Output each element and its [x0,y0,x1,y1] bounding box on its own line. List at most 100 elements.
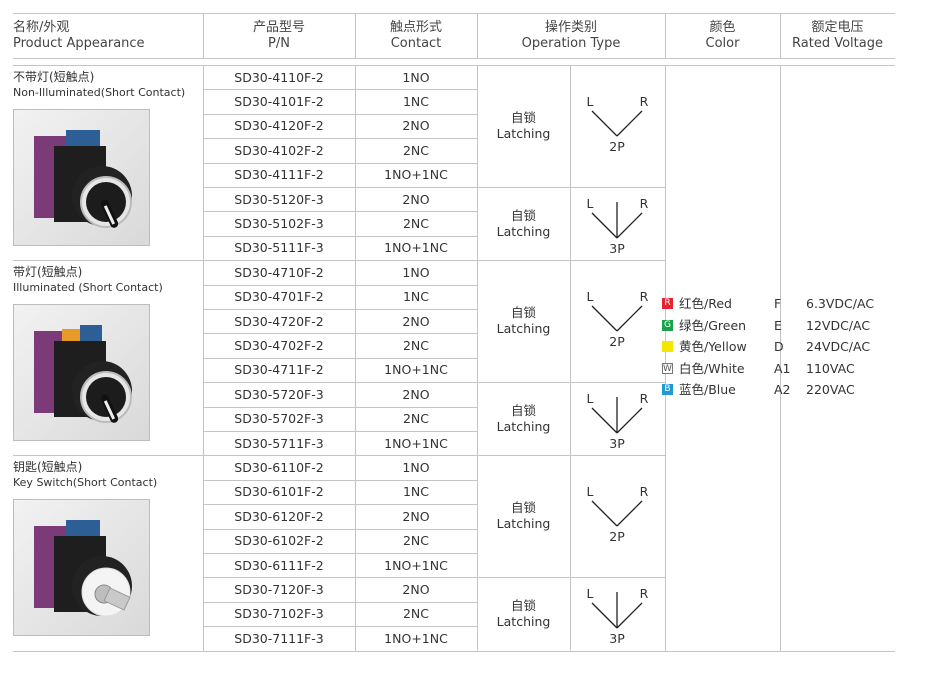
voltage-code: F [774,296,782,311]
header-voltage-en: Rated Voltage [792,35,883,51]
position-diagram-2p: L R 2P [570,482,665,550]
contact-type: 2NO [402,386,430,402]
color-label: 蓝色/Blue [679,382,736,397]
contact-type: 1NO+1NC [384,240,448,256]
contact-type: 1NO+1NC [384,557,448,573]
color-item: Y 黄色/Yellow [662,336,747,358]
header-contact: 触点形式 Contact [355,13,477,58]
position-line-right [616,305,643,332]
voltage-value: 12VDC/AC [806,317,871,333]
position-count: 2P [609,529,625,544]
part-number: SD30-4720F-2 [234,313,324,329]
operation-type: 自锁 Latching [477,187,570,260]
operation-en: Latching [496,613,551,629]
color-label: 红色/Red [679,296,732,311]
table-bottom-rule [13,650,895,652]
operation-en: Latching [496,516,551,532]
voltage-value: 6.3VDC/AC [806,296,875,311]
operation-type: 自锁 Latching [477,455,570,577]
voltage-item: A2 220VAC [774,379,874,401]
operation-zh: 自锁 [510,305,536,321]
part-number: SD30-6102F-2 [234,533,324,549]
column-divider [355,13,356,58]
operation-type: 自锁 Latching [477,260,570,382]
product-title-zh: 带灯(短触点) [13,265,83,280]
operation-en: Latching [496,126,551,141]
color-item: R 红色/Red [662,293,747,315]
operation-zh: 自锁 [510,597,536,613]
header-appearance: 名称/外观 Product Appearance [13,13,203,58]
part-number: SD30-5120F-3 [234,191,324,207]
position-label-left: L [587,586,594,601]
column-divider [203,13,204,58]
position-label-left: L [587,94,594,109]
position-label-right: R [640,196,649,211]
operation-type: 自锁 Latching [477,65,570,187]
part-number: SD30-6120F-2 [234,508,324,524]
position-diagram-2p: L R 2P [570,92,665,160]
contact-type: 2NC [402,216,430,232]
product-photo [13,304,150,442]
position-diagram-3p: L R 3P [570,385,665,453]
contact-type: 2NO [402,508,430,524]
position-label-left: L [587,196,594,211]
part-number: SD30-6111F-2 [234,557,324,573]
position-diagram-svg: L R 3P [587,196,649,256]
operation-zh: 自锁 [510,207,536,223]
header-appearance-zh: 名称/外观 [13,19,70,35]
contact-type: 2NC [402,606,430,622]
part-number: SD30-5102F-3 [234,216,324,232]
operation-en: Latching [496,223,551,239]
position-count: 3P [609,241,625,256]
voltage-value: 220VAC [806,382,855,397]
product-title-zh: 不带灯(短触点) [13,70,95,84]
part-number: SD30-4710F-2 [234,264,324,280]
contact-type: 1NO+1NC [384,435,448,451]
operation-type: 自锁 Latching [477,577,570,650]
contact-type: 2NC [402,533,430,549]
part-number: SD30-4120F-2 [234,118,324,134]
position-diagram-3p: L R 3P [570,580,665,648]
voltage-value: 24VDC/AC [806,339,871,354]
contact-type: 1NO+1NC [384,362,448,378]
position-line-right [616,500,643,527]
position-label-right: R [640,586,649,601]
position-diagram-svg: L R 2P [587,484,649,544]
product-title: 带灯(短触点) Illuminated (Short Contact) [13,265,163,295]
header-operation: 操作类别 Operation Type [477,13,665,58]
contact-type: 1NC [402,289,430,305]
product-title-en: Illuminated (Short Contact) [13,281,163,295]
voltage-code: D [774,339,784,354]
contact-type: 2NC [402,142,430,158]
part-number: SD30-7120F-3 [234,582,324,598]
position-label-left: L [587,484,594,499]
contact-type: 2NO [402,313,430,329]
header-appearance-en: Product Appearance [13,35,145,51]
position-line-left [591,407,618,434]
header-contact-en: Contact [390,35,442,51]
contact-type: 1NO+1NC [384,167,448,183]
part-number: SD30-6110F-2 [234,460,324,476]
position-label-right: R [640,484,649,499]
header-operation-en: Operation Type [521,35,621,51]
position-line-left [591,212,618,239]
position-label-right: R [640,289,649,304]
part-number: SD30-7102F-3 [234,606,324,622]
position-line-right [616,407,643,434]
position-line-left [591,500,618,527]
contact-type: 2NC [402,338,430,354]
part-number: SD30-5720F-3 [234,386,324,402]
color-swatch-red: R [662,298,673,310]
voltage-item: F 6.3VDC/AC [774,293,874,315]
position-diagram-svg: L R 3P [587,586,649,646]
operation-en: Latching [496,321,551,337]
voltage-item: D 24VDC/AC [774,336,874,358]
color-item: B 蓝色/Blue [662,379,747,401]
operation-zh: 自锁 [510,110,536,125]
position-diagram-svg: L R 2P [587,289,649,349]
part-number: SD30-7111F-3 [234,630,324,646]
header-operation-zh: 操作类别 [544,19,597,35]
header-pn-zh: 产品型号 [252,19,305,35]
contact-type: 1NO [402,69,430,85]
voltage-list: F 6.3VDC/AC E 12VDC/AC D 24VDC/AC A1 110VAC … [774,293,874,401]
